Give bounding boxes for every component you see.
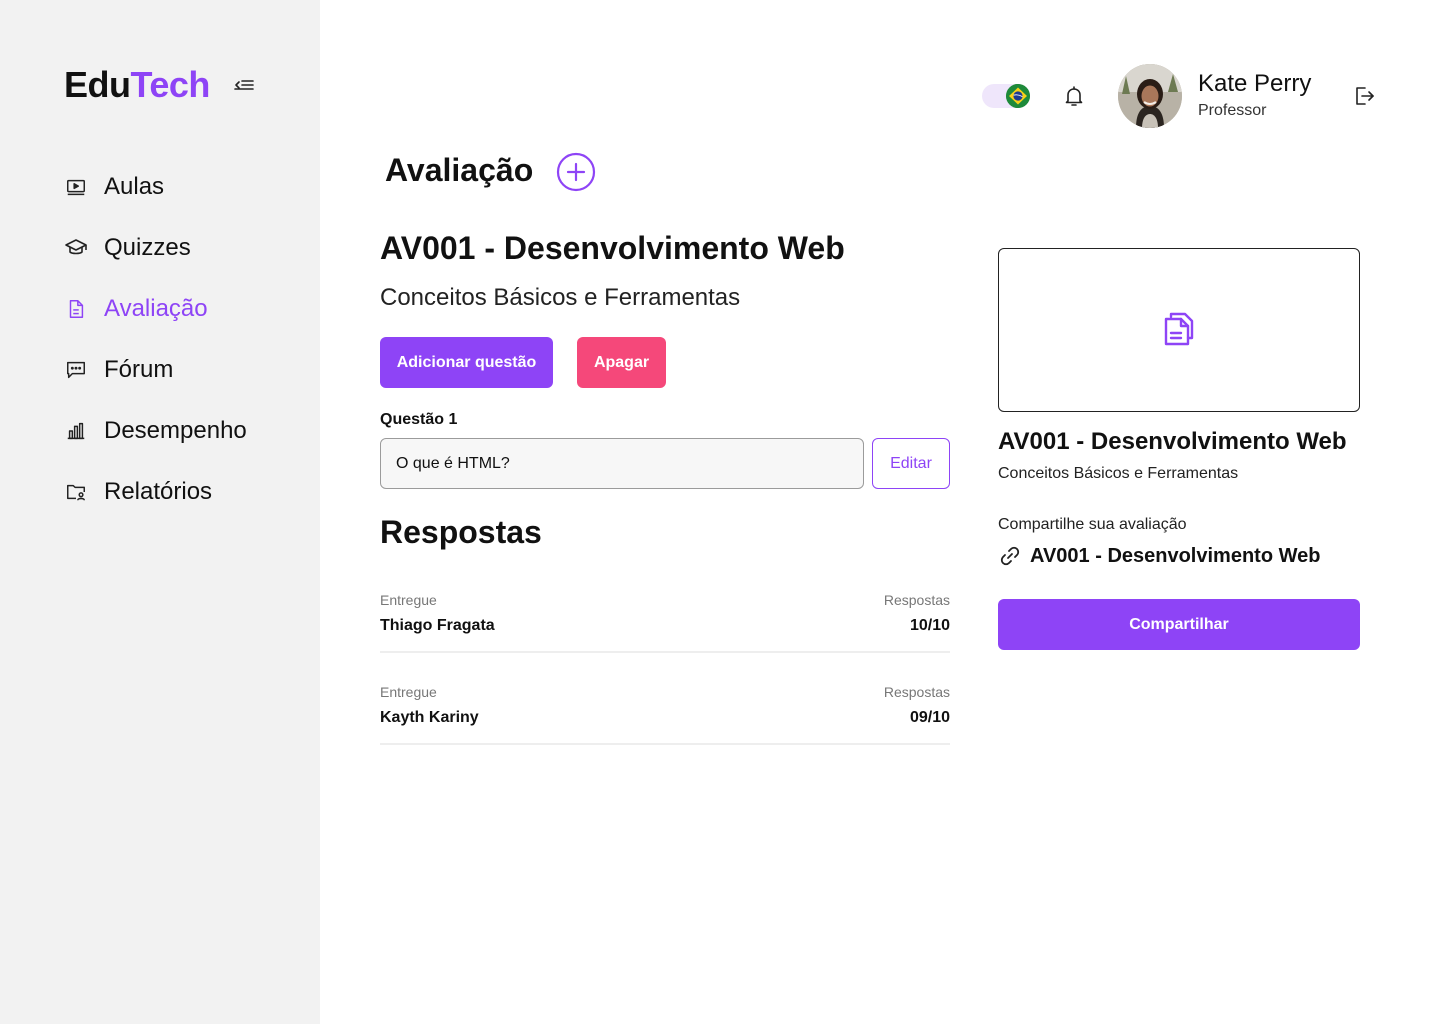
share-card-subtitle: Conceitos Básicos e Ferramentas [998,465,1239,482]
share-card-title: AV001 - Desenvolvimento Web [998,428,1347,455]
graduation-cap-icon [64,236,88,260]
edit-button[interactable]: Editar [872,438,950,489]
response-status: Entregue [380,684,437,700]
evaluation-subtitle: Conceitos Básicos e Ferramentas [380,284,741,311]
sidebar-item-relatorios[interactable]: Relatórios [64,473,304,511]
responses-list: Entregue Respostas Thiago Fragata 10/10 … [380,592,950,776]
sidebar-item-desempenho[interactable]: Desempenho [64,412,304,450]
user-role: Professor [1198,102,1267,119]
chat-icon [64,358,88,382]
link-icon [998,544,1022,568]
sidebar-item-label: Aulas [104,173,165,200]
response-student-name: Kayth Kariny [380,709,479,726]
sidebar-item-label: Fórum [104,356,174,383]
evaluation-title: AV001 - Desenvolvimento Web [380,230,845,266]
logo-text-edu: Edu [64,64,131,105]
sidebar-item-label: Desempenho [104,417,247,444]
sidebar-nav: Aulas Quizzes Avaliação Fórum Desempenho… [64,168,304,534]
question-input[interactable] [380,438,864,489]
share-link[interactable]: AV001 - Desenvolvimento Web [998,544,1320,568]
responses-title: Respostas [380,514,542,550]
row-divider [380,743,950,745]
row-divider [380,651,950,653]
page-title: Avaliação [385,152,534,188]
sidebar-item-forum[interactable]: Fórum [64,351,304,389]
sidebar-item-label: Avaliação [104,295,208,322]
share-button[interactable]: Compartilhar [998,599,1360,650]
sidebar-item-avaliacao[interactable]: Avaliação [64,290,304,328]
sidebar-item-quizzes[interactable]: Quizzes [64,229,304,267]
response-score: 09/10 [909,709,950,726]
folder-user-icon [64,480,88,504]
response-score: 10/10 [909,617,950,634]
sidebar-item-label: Relatórios [104,478,213,505]
brazil-flag-icon [1006,84,1030,108]
add-evaluation-button[interactable] [556,152,596,192]
bar-chart-icon [64,419,88,443]
sidebar-item-label: Quizzes [104,234,191,261]
table-row[interactable]: Entregue Respostas Thiago Fragata 10/10 [380,592,950,684]
question-label: Questão 1 [380,411,458,428]
collapse-menu-icon[interactable] [232,74,256,98]
logo-text-tech: Tech [130,64,211,105]
response-answers-label: Respostas [883,592,950,608]
response-student-name: Thiago Fragata [380,617,495,634]
edutech-logo[interactable]: EduTech [64,64,210,106]
video-lesson-icon [64,175,88,199]
add-question-button[interactable]: Adicionar questão [380,337,553,388]
documents-icon [1159,308,1199,353]
document-icon [64,297,88,321]
table-row[interactable]: Entregue Respostas Kayth Kariny 09/10 [380,684,950,776]
share-prompt: Compartilhe sua avaliação [998,516,1187,533]
user-name: Kate Perry [1198,70,1312,97]
evaluation-preview [998,248,1360,412]
logout-icon[interactable] [1352,84,1376,108]
language-toggle[interactable] [982,84,1030,108]
response-answers-label: Respostas [883,684,950,700]
share-link-text: AV001 - Desenvolvimento Web [1030,544,1321,567]
notification-bell-icon[interactable] [1062,84,1086,108]
sidebar: EduTech Aulas Quizzes Avaliação Fórum De… [0,0,320,1024]
response-status: Entregue [380,592,437,608]
delete-button[interactable]: Apagar [577,337,666,388]
sidebar-item-aulas[interactable]: Aulas [64,168,304,206]
avatar[interactable] [1118,64,1182,128]
